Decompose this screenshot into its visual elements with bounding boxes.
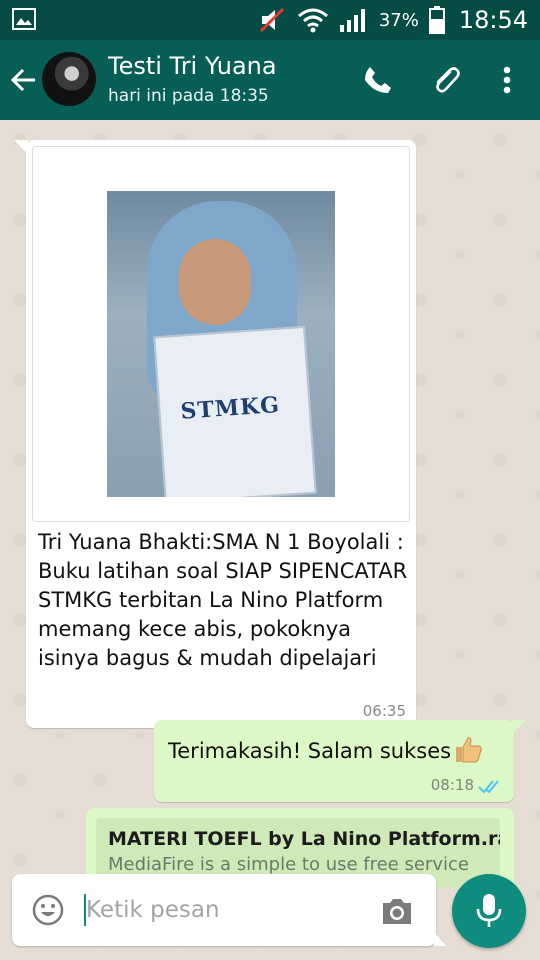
clock: 18:54: [458, 6, 528, 34]
avatar[interactable]: [42, 52, 96, 106]
last-seen: hari ini pada 18:35: [108, 86, 269, 106]
book-cover: STMKG: [153, 325, 317, 497]
mute-icon: [259, 7, 284, 33]
mic-icon: [476, 894, 502, 927]
composer: [12, 874, 446, 946]
back-arrow-icon[interactable]: [10, 66, 38, 94]
message-time: 06:35: [362, 702, 406, 720]
wifi-icon: [297, 8, 328, 33]
mic-button[interactable]: [452, 874, 526, 948]
image-icon: [12, 8, 36, 30]
more-vert-icon[interactable]: [494, 64, 520, 96]
photo: STMKG: [107, 191, 335, 497]
contact-name[interactable]: Testi Tri Yuana: [108, 52, 277, 80]
double-check-icon: [478, 780, 499, 794]
message-incoming[interactable]: STMKG Tri Yuana Bhakti:SMA N 1 Boyolali …: [14, 140, 416, 728]
message-time: 08:18: [430, 776, 474, 794]
chat-header: Testi Tri Yuana hari ini pada 18:35: [0, 40, 540, 120]
book-title: STMKG: [179, 391, 281, 425]
message-outgoing[interactable]: Terimakasih! Salam sukses 08:18: [154, 720, 526, 802]
image-attachment[interactable]: STMKG: [32, 146, 410, 522]
battery-icon: [428, 6, 445, 34]
thumbs-up-icon: [456, 737, 482, 763]
message-input[interactable]: [86, 888, 366, 932]
status-bar: 37% 18:54: [0, 0, 540, 40]
camera-icon[interactable]: [380, 896, 414, 926]
phone-icon[interactable]: [362, 64, 394, 96]
chat-area[interactable]: STMKG Tri Yuana Bhakti:SMA N 1 Boyolali …: [0, 120, 540, 960]
battery-percent: 37%: [378, 9, 419, 31]
emoji-icon[interactable]: [32, 894, 64, 926]
message-text-wrap: Terimakasih! Salam sukses: [168, 734, 483, 764]
paperclip-icon[interactable]: [430, 64, 462, 96]
signal-icon: [339, 9, 365, 32]
link-description: MediaFire is a simple to use free servic…: [108, 854, 469, 875]
link-title: MATERI TOEFL by La Nino Platform.rar: [108, 828, 500, 850]
message-text: Terimakasih! Salam sukses: [168, 739, 452, 763]
message-text: Tri Yuana Bhakti:SMA N 1 Boyolali : Buku…: [38, 530, 408, 670]
